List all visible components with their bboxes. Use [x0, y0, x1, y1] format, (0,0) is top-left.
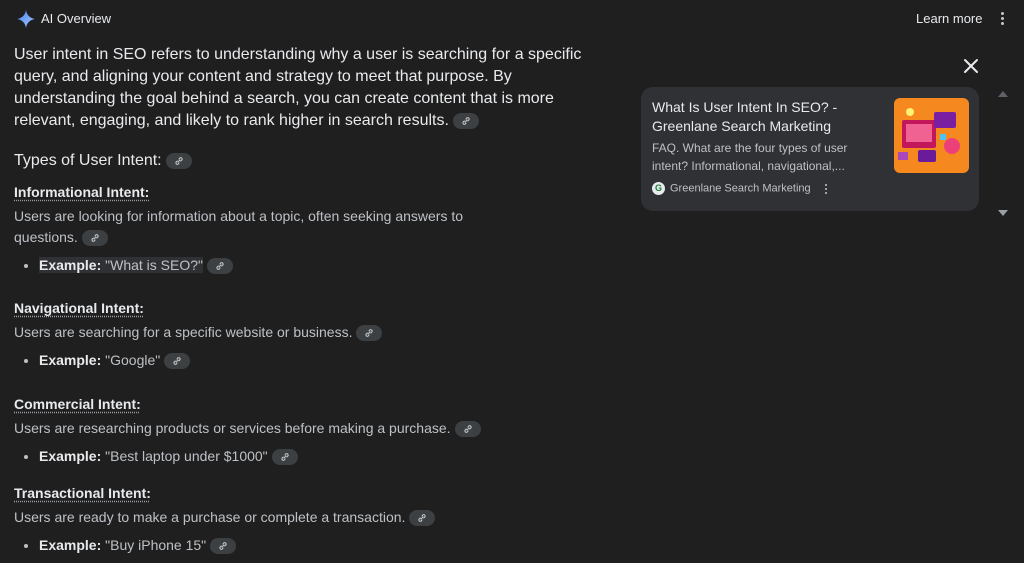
example-value: "Google": [101, 352, 161, 368]
link-icon[interactable]: [356, 325, 383, 342]
source-card-description: FAQ. What are the four types of user int…: [652, 141, 848, 173]
types-heading-text: Types of User Intent:: [14, 152, 162, 169]
source-attribution: G Greenlane Search Marketing: [652, 182, 811, 195]
more-vert-icon[interactable]: [997, 12, 1007, 28]
intent-section-navigational: Navigational Intent: Users are searching…: [14, 300, 594, 371]
section-heading[interactable]: Navigational Intent:: [14, 300, 594, 316]
intent-section-informational: Informational Intent: Users are looking …: [14, 184, 594, 276]
more-vert-icon[interactable]: [823, 184, 829, 197]
gemini-sparkle-icon: [17, 10, 35, 28]
overview-summary: User intent in SEO refers to understandi…: [14, 44, 594, 132]
section-description: Users are researching products or servic…: [14, 420, 451, 436]
section-heading[interactable]: Commercial Intent:: [14, 396, 594, 412]
example-item: Example: "Buy iPhone 15": [39, 534, 594, 556]
ai-overview-header: AI Overview Learn more: [0, 0, 1024, 40]
example-value: "What is SEO?": [101, 257, 203, 273]
example-label: Example:: [39, 352, 102, 368]
close-icon[interactable]: [962, 57, 980, 75]
example-label: Example:: [39, 537, 102, 553]
source-thumbnail-image: [894, 98, 969, 173]
scroll-down-icon[interactable]: [998, 210, 1008, 216]
intro-text: User intent in SEO refers to understandi…: [14, 46, 582, 129]
link-icon[interactable]: [207, 258, 233, 275]
example-value: "Buy iPhone 15": [101, 537, 207, 553]
section-description: Users are ready to make a purchase or co…: [14, 509, 406, 525]
intent-section-commercial: Commercial Intent: Users are researching…: [14, 396, 594, 467]
link-icon[interactable]: [271, 449, 298, 466]
link-icon[interactable]: [164, 353, 191, 370]
link-icon[interactable]: [210, 538, 237, 555]
example-item: Example: "Best laptop under $1000": [39, 445, 594, 467]
types-heading: Types of User Intent:: [14, 152, 192, 170]
greenlane-favicon-icon: G: [652, 182, 665, 195]
intent-section-transactional: Transactional Intent: Users are ready to…: [14, 485, 594, 556]
link-icon[interactable]: [81, 230, 108, 247]
source-name: Greenlane Search Marketing: [670, 182, 811, 195]
source-card[interactable]: What Is User Intent In SEO? - Greenlane …: [641, 87, 979, 211]
scroll-up-icon: [998, 91, 1008, 97]
example-label: Example:: [39, 257, 102, 273]
ai-overview-title: AI Overview: [41, 11, 112, 26]
section-heading[interactable]: Informational Intent:: [14, 184, 594, 200]
section-description: Users are searching for a specific websi…: [14, 324, 353, 340]
example-label: Example:: [39, 448, 102, 464]
link-icon[interactable]: [165, 152, 192, 169]
example-item: Example: "What is SEO?": [39, 254, 594, 276]
learn-more-link[interactable]: Learn more: [916, 11, 982, 26]
section-heading[interactable]: Transactional Intent:: [14, 485, 594, 501]
link-icon[interactable]: [452, 112, 479, 129]
example-value: "Best laptop under $1000": [101, 448, 268, 464]
link-icon[interactable]: [454, 421, 481, 438]
example-item: Example: "Google": [39, 349, 594, 371]
link-icon[interactable]: [409, 510, 436, 527]
source-card-title[interactable]: What Is User Intent In SEO? - Greenlane …: [652, 98, 877, 136]
